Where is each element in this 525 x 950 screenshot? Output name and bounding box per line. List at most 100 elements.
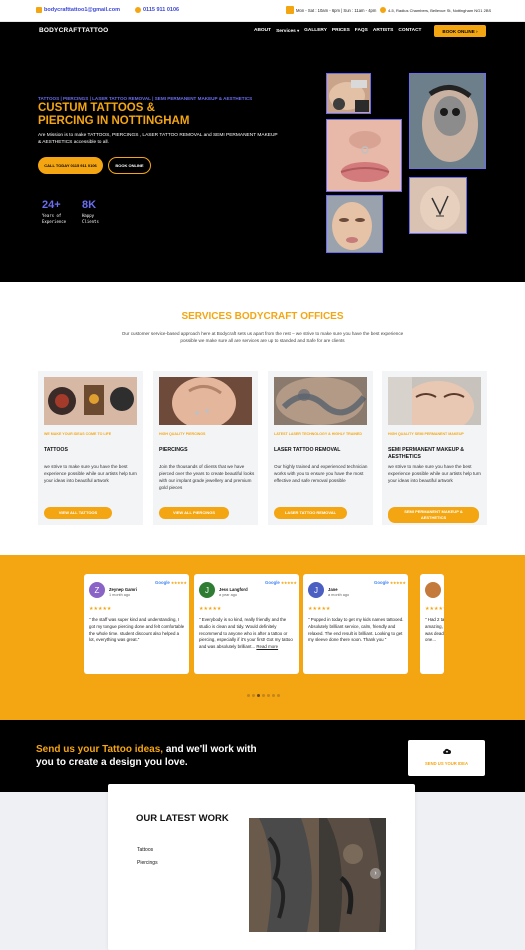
stat-value: 24+: [42, 199, 61, 211]
hero-photo-makeup: [326, 195, 383, 253]
card-kicker: WE MAKE YOUR IDEAS COME TO LIFE: [44, 432, 112, 436]
hero-title: CUSTUM TATTOOS & PIERCING IN NOTTINGHAM: [38, 102, 190, 127]
email-contact[interactable]: bodycrafttattoo1@gmail.com: [36, 7, 120, 13]
rating-stars: ★★★★★: [425, 606, 444, 612]
carousel-dot[interactable]: [267, 694, 270, 697]
review-time: a month ago: [328, 593, 350, 597]
laser-tattoo-removal-button[interactable]: LASER TATTOO REMOVAL: [274, 507, 347, 519]
rating-stars: ★★★★★: [199, 606, 222, 612]
calendar-icon: [286, 6, 294, 14]
review-text: " Everybody is so kind, really friendly …: [199, 617, 295, 651]
review-time: a year ago: [219, 593, 237, 597]
card-title: PIERCINGS: [159, 447, 188, 453]
nav-item-about[interactable]: ABOUT: [254, 28, 271, 34]
hero-photo-tattooing: [326, 73, 371, 114]
nav-item-artists[interactable]: ARTISTS: [373, 28, 394, 34]
piercings-card-image: [159, 377, 252, 425]
review-text-body: " Everybody is so kind, really friendly …: [199, 617, 293, 650]
book-online-nav-label: BOOK ONLINE: [442, 28, 475, 34]
opening-hours: Mon - Sat : 10am - 6pm | Sun : 11am - 4p…: [296, 7, 377, 13]
phone-contact[interactable]: 0115 911 0106: [135, 7, 179, 13]
phone-link[interactable]: 0115 911 0106: [143, 7, 179, 13]
services-title: SERVICES BODYCRAFT OFFICES: [181, 311, 344, 322]
laser-card-image: [274, 377, 367, 425]
carousel-dot[interactable]: [272, 694, 275, 697]
carousel-dot[interactable]: [277, 694, 280, 697]
reviewer-name: Jess Langford: [219, 587, 248, 592]
latest-link-tattoos[interactable]: Tattoos: [137, 847, 153, 853]
view-all-tattoos-button[interactable]: VIEW ALL TATTOOS: [44, 507, 112, 519]
nav-item-services-label: Services: [276, 29, 296, 34]
latest-work-section: OUR LATEST WORK Tattoos Piercings ›: [108, 784, 415, 950]
stat-experience: 24+ Years of Experience: [42, 199, 72, 225]
book-online-hero-button[interactable]: BOOK ONLINE: [108, 157, 151, 174]
upload-cloud-icon: [443, 748, 451, 755]
arrow-right-icon: ›: [476, 28, 478, 34]
nav-item-services[interactable]: Services ▾: [276, 28, 299, 34]
hero-section: TATTOOS | PIERCINGS | LASER TATTOO REMOV…: [0, 40, 525, 282]
stat-label: Happy Clients: [82, 213, 99, 224]
latest-work-title: OUR LATEST WORK: [136, 813, 229, 824]
service-card-tattoos: WE MAKE YOUR IDEAS COME TO LIFE TATTOOS …: [38, 371, 143, 525]
semi-permanent-makeup-button[interactable]: SEMI PERMANENT MAKEUP & AESTHETICS: [388, 507, 479, 523]
carousel-dot-active[interactable]: [257, 694, 260, 697]
carousel-dots: [247, 694, 280, 697]
avatar: J: [308, 582, 324, 598]
card-title: LASER TATTOO REMOVAL: [274, 447, 341, 453]
card-description: we strive to make sure you have the best…: [44, 464, 137, 483]
book-online-nav-button[interactable]: BOOK ONLINE ›: [434, 25, 486, 37]
main-nav: BODYCRAFTTATTOO ABOUT Services ▾ GALLERY…: [0, 22, 525, 40]
read-more-link[interactable]: Read more: [256, 644, 278, 649]
cta-heading: Send us your Tattoo ideas, and we'll wor…: [36, 743, 276, 769]
stat-label: Years of Experience: [42, 213, 67, 224]
card-title: SEMI PERMANENT MAKEUP & AESTHETICS: [388, 447, 464, 460]
nav-item-gallery[interactable]: GALLERY: [304, 28, 327, 34]
card-description: we strive to make sure you have the best…: [388, 464, 481, 483]
card-description: Join the thousands of clients that we ha…: [159, 464, 255, 490]
chevron-right-icon: ›: [374, 870, 377, 877]
services-description: Our customer service-based approach here…: [121, 331, 404, 343]
chevron-down-icon: ▾: [297, 28, 300, 33]
nav-menu: ABOUT Services ▾ GALLERY PRICES FAQS ART…: [254, 28, 421, 34]
carousel-dot[interactable]: [262, 694, 265, 697]
service-card-piercings: HIGH QUALITY PIERCINGS PIERCINGS Join th…: [153, 371, 258, 525]
nav-item-prices[interactable]: PRICES: [332, 28, 350, 34]
stars-mini-icon: ★★★★★: [281, 581, 297, 585]
site-logo[interactable]: BODYCRAFTTATTOO: [39, 27, 108, 34]
idea-cta-section: Send us your Tattoo ideas, and we'll wor…: [0, 720, 525, 792]
hero-photo-portrait-tattoo: [409, 73, 486, 169]
hours-info: Mon - Sat : 10am - 6pm | Sun : 11am - 4p…: [286, 6, 376, 14]
latest-link-piercings[interactable]: Piercings: [137, 860, 158, 866]
card-kicker: HIGH QUALITY PIERCINGS: [159, 432, 206, 436]
location-icon: [380, 7, 386, 13]
top-bar: bodycrafttattoo1@gmail.com 0115 911 0106…: [0, 0, 525, 22]
nav-item-faqs[interactable]: FAQS: [355, 28, 368, 34]
stars-mini-icon: ★★★★★: [171, 581, 187, 585]
service-card-laser: LATEST LASER TECHNOLOGY & HIGHLY TRAINED…: [268, 371, 373, 525]
nav-item-contact[interactable]: CONTACT: [398, 28, 421, 34]
hero-description: Are Mission is to make TATTOOS, PIERCING…: [38, 133, 278, 145]
page: bodycrafttattoo1@gmail.com 0115 911 0106…: [0, 0, 525, 950]
card-kicker: HIGH QUALITY SEMI PERMANENT MAKEUP: [388, 432, 464, 436]
avatar: [425, 582, 441, 598]
address-info: 4-5, Radius Chambers, Bellevue St, Notti…: [380, 7, 491, 13]
carousel-dot[interactable]: [252, 694, 255, 697]
call-today-button[interactable]: CALL TODAY 0115 911 0106: [38, 157, 103, 174]
tattoos-card-image: [44, 377, 137, 425]
email-link[interactable]: bodycrafttattoo1@gmail.com: [44, 7, 120, 13]
hero-photo-hand-tattoo: [409, 177, 467, 234]
carousel-dot[interactable]: [247, 694, 250, 697]
review-card: J Jess Langford a year ago Google ★★★★★ …: [194, 574, 299, 674]
view-all-piercings-button[interactable]: VIEW ALL PIERCINGS: [159, 507, 229, 519]
latest-work-image: ›: [249, 818, 386, 932]
hero-photo-piercing: [326, 119, 402, 192]
cta-highlight: Send us your Tattoo ideas,: [36, 744, 164, 755]
review-text: " Had 2 tattoos done here, everything wa…: [425, 617, 444, 643]
google-wordmark: Google: [265, 580, 280, 585]
review-text: " the staff was super kind and understan…: [89, 617, 185, 643]
review-card-partial: ★★★★★ " Had 2 tattoos done here, everyth…: [420, 574, 444, 674]
send-idea-button[interactable]: SEND US YOUR IDEA: [408, 740, 485, 776]
avatar: J: [199, 582, 215, 598]
carousel-next-button[interactable]: ›: [370, 868, 381, 879]
stat-clients: 8K Happy Clients: [82, 199, 112, 225]
